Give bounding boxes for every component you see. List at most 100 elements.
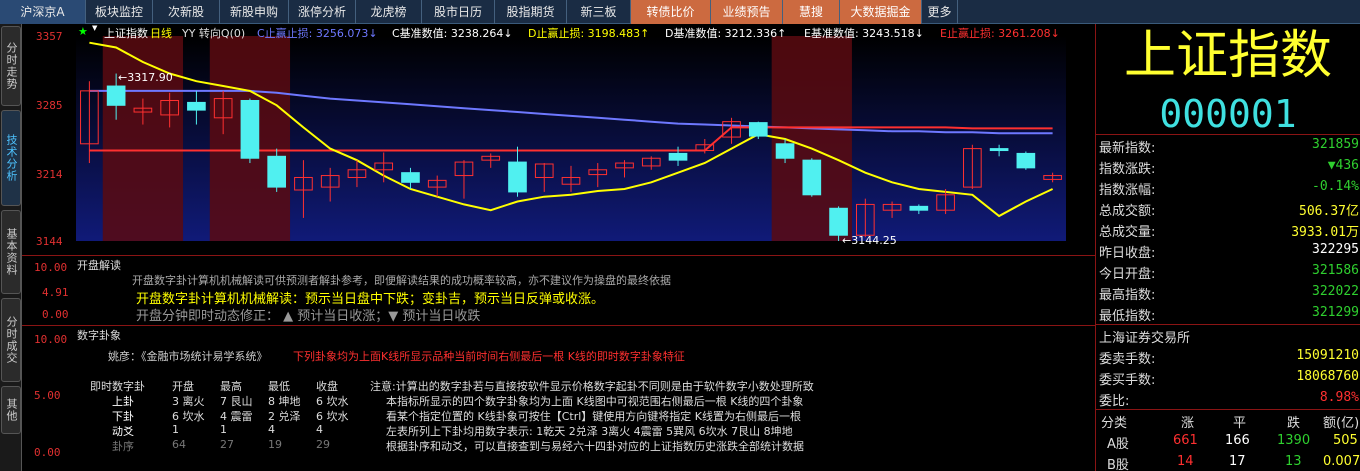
note-line: 本指标所显示的四个数字卦象均为上面 K线图中可视范围右侧最后一根 K线的四个卦象 xyxy=(386,395,804,408)
table-cell: 505 xyxy=(1333,433,1358,448)
tab-dragon-tiger[interactable]: 龙虎榜 xyxy=(356,0,422,24)
high-price-value: 3317.90 xyxy=(127,71,173,84)
side-tab-timeshare[interactable]: 分时走势 xyxy=(1,26,21,106)
y-tick-label: 5.00 xyxy=(34,389,61,402)
quote-row-volume: 总成交量: 3933.01万 xyxy=(1097,219,1360,240)
y-tick-label: 3214 xyxy=(36,168,63,181)
candle-body xyxy=(668,152,688,161)
quote-label: 指数涨跌: xyxy=(1099,162,1156,177)
candle-body xyxy=(802,159,822,196)
table-cell: 卦序 xyxy=(112,440,134,453)
tab-market-calendar[interactable]: 股市日历 xyxy=(422,0,495,24)
quote-value: 3933.01万 xyxy=(1291,225,1359,240)
tab-sector-monitor[interactable]: 板块监控 xyxy=(86,0,153,24)
quote-row-order-ratio: 委比: 8.98% xyxy=(1097,388,1360,409)
quote-value: 15091210 xyxy=(1296,348,1359,363)
side-tab-other[interactable]: 其他 xyxy=(1,386,21,434)
table-cell: 6 坎水 xyxy=(316,410,349,423)
candle-body xyxy=(401,172,420,183)
breadth-row-b: B股 14 17 13 0.007 xyxy=(1097,452,1360,471)
panel-title: 开盘解读 xyxy=(77,259,121,272)
tab-limit-up-analysis[interactable]: 涨停分析 xyxy=(289,0,356,24)
table-cell: 64 xyxy=(172,438,186,451)
star-icon[interactable]: ★ xyxy=(78,25,88,38)
tab-more[interactable]: 更多 xyxy=(922,0,958,24)
high-price-label: ←3317.90 xyxy=(118,71,173,84)
opening-interpretation-panel: 开盘解读 10.00 4.91 0.00 开盘数字卦计算机机械解读可供预测者解卦… xyxy=(22,255,1095,325)
tab-index-futures[interactable]: 股指期货 xyxy=(495,0,567,24)
note-line: 左表所列上下卦均用数字表示: 1乾天 2兑泽 3离火 4震雷 5巽风 6坎水 7… xyxy=(386,425,793,438)
table-cell: 4 xyxy=(268,423,275,436)
tab-convertible-bond[interactable]: 转债比价 xyxy=(631,0,711,24)
table-cell: 17 xyxy=(1229,454,1246,469)
y-tick-label: 4.91 xyxy=(42,286,69,299)
quote-value: 321299 xyxy=(1312,305,1359,320)
quote-row-high: 最高指数: 322022 xyxy=(1097,282,1360,303)
candle-body xyxy=(748,122,768,137)
legend-e-base: E基准数值: 3243.518↓ xyxy=(804,27,924,40)
table-cell: B股 xyxy=(1107,458,1129,471)
tab-earnings-forecast[interactable]: 业绩预告 xyxy=(711,0,783,24)
table-cell: 3 离火 xyxy=(172,395,205,408)
quote-value: 322022 xyxy=(1312,284,1359,299)
legend-c-stop: C止赢止损: 3256.073↓ xyxy=(257,27,378,40)
quote-row-pct: 指数涨幅: -0.14% xyxy=(1097,177,1360,198)
low-price-label: ←3144.25 xyxy=(842,234,897,247)
side-tab-technical[interactable]: 技术分析 xyxy=(1,110,21,206)
kline-chart-panel[interactable]: ★ ▼ 上证指数 日线 YY 转向Q(0) C止赢止损: 3256.073↓ C… xyxy=(22,24,1095,255)
y-tick-label: 10.00 xyxy=(34,261,68,274)
table-cell: 4 震雷 xyxy=(220,410,253,423)
table-cell: 2 兑泽 xyxy=(268,410,301,423)
breadth-row-a: A股 661 166 1390 505 xyxy=(1097,431,1360,452)
table-cell: 1390 xyxy=(1277,433,1311,448)
signal-shade-band xyxy=(102,36,184,241)
kline-chart[interactable] xyxy=(22,24,1095,255)
side-tab-trades[interactable]: 分时成交 xyxy=(1,298,21,382)
quote-value: 321859 xyxy=(1312,137,1359,152)
quote-value: 506.37亿 xyxy=(1299,204,1359,219)
dropdown-icon[interactable]: ▼ xyxy=(92,24,97,32)
table-cell: 下卦 xyxy=(112,410,134,423)
legend-e-stop: E止赢止损: 3261.208↓ xyxy=(940,27,1060,40)
table-cell: 6 坎水 xyxy=(316,395,349,408)
index-name: 上证指数 xyxy=(1123,26,1332,86)
y-tick-label: 0.00 xyxy=(34,446,61,459)
candle-body xyxy=(240,99,260,159)
quote-value: 18068760 xyxy=(1296,369,1359,384)
col-header: 跌 xyxy=(1287,416,1301,431)
col-header: 额(亿) xyxy=(1323,416,1360,431)
quote-label: 委卖手数: xyxy=(1099,352,1156,367)
side-tab-fundamentals[interactable]: 基本资料 xyxy=(1,210,21,294)
note-line: 根据卦序和动爻，可以直接查到与易经六十四卦对应的上证指数历史涨跌全部统计数据 xyxy=(386,440,804,453)
subtitle-text: 下列卦象均为上面K线所显示品种当前时间右侧最后一根 K线的即时数字卦象特征 xyxy=(293,350,685,363)
col-header: 平 xyxy=(1233,416,1247,431)
tab-ipo-subscribe[interactable]: 新股申购 xyxy=(220,0,289,24)
quote-row-amount: 总成交额: 506.37亿 xyxy=(1097,198,1360,219)
note-line: 注意:计算出的数字卦若与直接按软件显示价格数字起卦不同则是由于软件数字小数处理所… xyxy=(370,380,814,393)
quote-label: 今日开盘: xyxy=(1099,267,1156,282)
tab-smart-search[interactable]: 慧搜 xyxy=(783,0,840,24)
tab-big-data[interactable]: 大数据掘金 xyxy=(840,0,922,24)
candle-body xyxy=(508,161,527,193)
dynamic-correction-text: 开盘分钟即时动态修正： ▲ 预计当日收涨；▼ 预计当日收跌 xyxy=(136,309,481,324)
table-header: 收盘 xyxy=(316,380,338,393)
quote-label: 最低指数: xyxy=(1099,309,1156,324)
quote-label: 昨日收盘: xyxy=(1099,246,1156,261)
chart-mode: YY 转向Q(0) xyxy=(182,27,246,40)
y-tick-label: 3285 xyxy=(36,99,63,112)
table-cell: 6 坎水 xyxy=(172,410,205,423)
quote-value: ▼436 xyxy=(1327,158,1359,173)
table-cell: 8 坤地 xyxy=(268,395,301,408)
quote-label: 总成交额: xyxy=(1099,204,1156,219)
side-tab-bar: 分时走势 技术分析 基本资料 分时成交 其他 xyxy=(0,24,22,471)
quote-value: 8.98% xyxy=(1319,390,1359,405)
note-line: 看某个指定位置的 K线卦象可按住【Ctrl】键使用方向键将指定 K线置为右侧最后… xyxy=(386,410,801,423)
chart-period[interactable]: 日线 xyxy=(150,25,172,41)
tab-shsz[interactable]: 沪深京A xyxy=(0,0,86,24)
y-tick-label: 0.00 xyxy=(42,308,69,321)
quote-row-prev-close: 昨日收盘: 322295 xyxy=(1097,240,1360,261)
quote-row-latest: 最新指数: 321859 xyxy=(1097,135,1360,156)
candle-body xyxy=(1016,152,1036,169)
tab-neeq[interactable]: 新三板 xyxy=(567,0,631,24)
tab-sub-new-stocks[interactable]: 次新股 xyxy=(153,0,220,24)
